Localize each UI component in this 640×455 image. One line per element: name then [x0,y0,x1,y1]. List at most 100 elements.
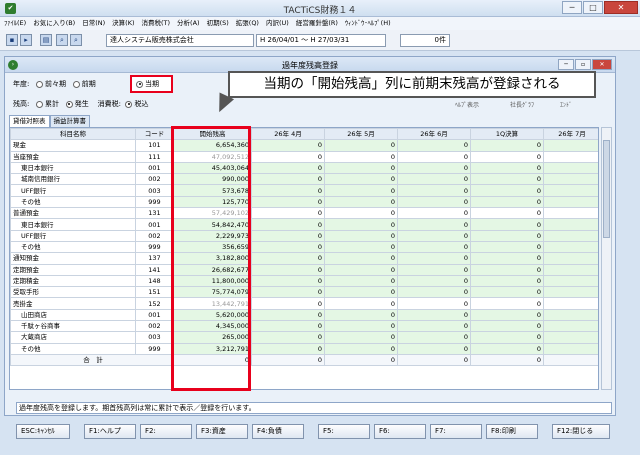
month-value-cell[interactable] [543,342,598,355]
month-value-cell[interactable]: 0 [324,342,398,355]
month-value-cell[interactable]: 0 [470,320,544,333]
month-value-cell[interactable]: 0 [324,297,398,310]
close-icon[interactable]: ✕ [604,1,638,14]
month-value-cell[interactable]: 0 [324,263,398,276]
year-option[interactable]: 前期 [82,80,96,88]
month-value-cell[interactable] [543,240,598,254]
month-value-cell[interactable]: 0 [470,161,544,175]
radio-selected-icon[interactable] [65,100,73,108]
help-link[interactable]: ﾍﾙﾌﾟ表示 [455,100,479,109]
month-value-cell[interactable] [543,139,598,152]
table-row[interactable]: 通知預金 137 3,182,800 0 0 0 0 [10,252,598,265]
month-value-cell[interactable]: 0 [470,274,544,288]
month-value-cell[interactable]: 0 [251,139,325,152]
start-balance-cell[interactable]: 3,212,791 [173,342,252,355]
f8-print-button[interactable]: F8:印刷 [486,424,538,439]
start-balance-cell[interactable]: 356,659 [173,240,252,254]
current-period-highlight[interactable]: 当期 [130,75,173,93]
table-row[interactable]: その他 999 125,770 0 0 0 0 [10,195,598,209]
start-balance-cell[interactable]: 54,842,470 [173,218,252,231]
menu-item[interactable]: 拡張(Q) [236,17,259,30]
month-value-cell[interactable]: 0 [470,184,544,197]
month-value-cell[interactable]: 0 [324,161,398,175]
month-value-cell[interactable]: 0 [470,139,544,152]
search-icon[interactable]: ⌕ [56,34,68,46]
month-value-cell[interactable]: 0 [470,297,544,310]
table-row[interactable]: その他 999 356,659 0 0 0 0 [10,240,598,254]
month-value-cell[interactable]: 0 [324,274,398,288]
vertical-scrollbar[interactable] [601,127,612,390]
month-value-cell[interactable]: 0 [324,286,398,299]
month-value-cell[interactable]: 0 [324,240,398,254]
f4-liabilities-button[interactable]: F4:負債 [252,424,304,439]
month-value-cell[interactable]: 0 [397,184,471,197]
start-balance-cell[interactable]: 2,229,973 [173,229,252,242]
f3-assets-button[interactable]: F3:資産 [196,424,248,439]
start-balance-cell[interactable]: 57,429,102 [173,207,252,220]
month-value-cell[interactable]: 0 [324,252,398,265]
graph-link[interactable]: 社長ｸﾞﾗﾌ [510,100,534,109]
print-icon[interactable]: ▤ [40,34,52,46]
table-row[interactable]: 売掛金 152 13,442,791 0 0 0 0 [10,297,598,310]
month-value-cell[interactable]: 0 [470,229,544,242]
month-value-cell[interactable] [543,184,598,197]
menu-item[interactable]: ｳｨﾝﾄﾞｳ･ﾍﾙﾌﾟ(H) [345,17,391,30]
esc-cancel-button[interactable]: ESC:ｷｬﾝｾﾙ [16,424,70,439]
month-value-cell[interactable]: 0 [251,252,325,265]
month-value-cell[interactable] [543,274,598,288]
table-row[interactable]: 城南信用銀行 002 990,000 0 0 0 0 [10,173,598,186]
month-value-cell[interactable] [543,297,598,310]
restore-icon[interactable]: ▫ [575,59,591,70]
minimize-icon[interactable]: ─ [558,59,574,70]
table-row[interactable]: 東日本銀行 001 45,403,064 0 0 0 0 [10,161,598,175]
month-value-cell[interactable]: 0 [251,150,325,163]
start-balance-cell[interactable]: 47,092,512 [173,150,252,163]
month-value-cell[interactable]: 0 [324,207,398,220]
radio-icon[interactable] [36,80,44,88]
month-value-cell[interactable] [543,218,598,231]
year-option[interactable]: 前々期 [45,80,66,88]
month-value-cell[interactable]: 0 [324,229,398,242]
month-value-cell[interactable] [543,308,598,322]
start-balance-cell[interactable]: 4,345,000 [173,320,252,333]
menu-item[interactable]: ﾌｧｲﾙ(E) [4,17,26,30]
month-value-cell[interactable]: 0 [251,240,325,254]
table-row[interactable]: UFF銀行 002 2,229,973 0 0 0 0 [10,229,598,242]
close-icon[interactable]: ✕ [592,59,612,70]
month-value-cell[interactable] [543,252,598,265]
menu-item[interactable]: 日常(N) [82,17,105,30]
radio-selected-icon[interactable] [125,100,133,108]
month-value-cell[interactable] [543,150,598,163]
table-row[interactable]: 定期積金 148 11,800,000 0 0 0 0 [10,274,598,288]
table-row[interactable]: 大蔵商店 003 265,000 0 0 0 0 [10,331,598,344]
month-value-cell[interactable]: 0 [397,139,471,152]
month-value-cell[interactable]: 0 [397,173,471,186]
f5-button[interactable]: F5: [318,424,370,439]
month-value-cell[interactable]: 0 [470,263,544,276]
month-value-cell[interactable] [543,173,598,186]
month-value-cell[interactable]: 0 [397,161,471,175]
table-row[interactable]: 東日本銀行 001 54,842,470 0 0 0 0 [10,218,598,231]
table-row[interactable]: 定期預金 141 26,682,677 0 0 0 0 [10,263,598,276]
month-value-cell[interactable]: 0 [324,139,398,152]
month-value-cell[interactable]: 0 [251,195,325,209]
month-value-cell[interactable]: 0 [397,252,471,265]
month-value-cell[interactable]: 0 [397,320,471,333]
table-row[interactable]: 普通預金 131 57,429,102 0 0 0 0 [10,207,598,220]
month-value-cell[interactable]: 0 [397,218,471,231]
radio-selected-icon[interactable] [136,80,143,88]
month-value-cell[interactable]: 0 [251,173,325,186]
start-balance-cell[interactable]: 125,770 [173,195,252,209]
month-value-cell[interactable] [543,207,598,220]
radio-icon[interactable] [36,100,44,108]
month-value-cell[interactable]: 0 [397,331,471,344]
month-value-cell[interactable]: 0 [470,331,544,344]
month-value-cell[interactable]: 0 [397,150,471,163]
scroll-thumb[interactable] [603,140,610,238]
tab-balance-sheet[interactable]: 貸借対照表 [9,115,50,127]
f6-button[interactable]: F6: [374,424,426,439]
tax-option[interactable]: 税込 [134,100,148,108]
start-balance-cell[interactable]: 5,620,000 [173,308,252,322]
period-field[interactable]: H 26/04/01 ～ H 27/03/31 [256,34,386,47]
maximize-icon[interactable]: □ [583,1,603,14]
